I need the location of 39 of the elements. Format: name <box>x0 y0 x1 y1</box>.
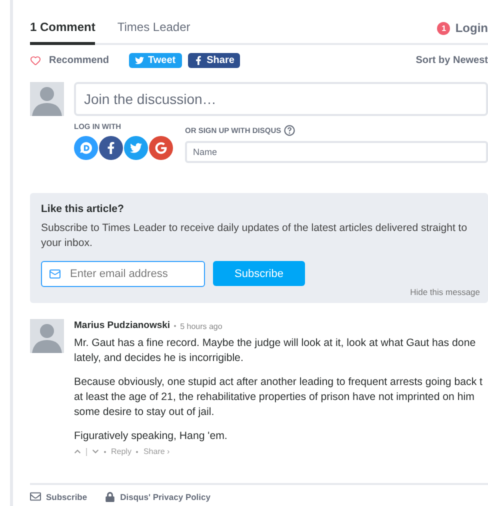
upvote-icon[interactable] <box>74 448 81 456</box>
subscribe-button[interactable]: Subscribe <box>213 261 305 286</box>
hide-message-link[interactable]: Hide this message <box>410 287 480 298</box>
share-link[interactable]: Share › <box>143 446 170 458</box>
google-login-icon[interactable] <box>149 136 173 160</box>
help-icon[interactable] <box>284 125 296 136</box>
facebook-icon <box>194 56 203 64</box>
comment-text: Mr. Gaut has a fine record. Maybe the judge will look at it, look at what Gaut has done lately, and decides he is incorrigible. <box>74 336 477 366</box>
downvote-icon[interactable] <box>92 448 99 456</box>
avatar-icon <box>30 82 64 116</box>
comment-text: Because obviously, one stupid act after another leading to frequent arrests going back t at least the age of 21, the rehabilitative properties of prison have not imprinted on him some desire to stay out of jail. <box>74 374 484 420</box>
email-field[interactable]: Enter email address <box>41 261 205 288</box>
facebook-login-icon[interactable] <box>99 136 123 160</box>
tab[interactable]: Times Leader <box>117 15 190 45</box>
comment-text: Figuratively speaking, Hang 'em. <box>74 429 228 444</box>
envelope-icon <box>30 491 41 502</box>
comment-author[interactable]: Marius Pudzianowski <box>74 319 170 333</box>
subscribe-link[interactable]: Subscribe <box>30 491 88 502</box>
twitter-login-icon[interactable] <box>124 136 148 160</box>
bird-icon <box>135 56 144 64</box>
tab[interactable]: 1 Comment <box>30 15 96 45</box>
privacy-policy-link[interactable]: Disqus' Privacy Policy <box>105 491 210 502</box>
comment-field[interactable]: Join the discussion… <box>74 82 488 116</box>
promo-title: Like this article? <box>41 203 125 215</box>
recommend-link[interactable]: Recommend <box>49 54 110 66</box>
lock-icon <box>105 492 116 502</box>
sort-menu[interactable]: Sort by Newest <box>416 54 488 66</box>
heart-icon[interactable] <box>30 54 41 66</box>
disqus-login-icon[interactable] <box>74 136 98 160</box>
comment-time[interactable]: 5 hours ago <box>180 320 222 332</box>
avatar-icon <box>30 319 64 354</box>
name-field[interactable]: Name <box>185 141 488 163</box>
tweet-button[interactable]: Tweet <box>129 52 182 68</box>
share-button[interactable]: Share <box>188 52 240 68</box>
reply-link[interactable]: Reply <box>111 446 132 458</box>
notification-badge: 1 <box>437 22 450 34</box>
mail-icon <box>49 268 61 280</box>
promo-text: Subscribe to Times Leader to receive daily updates of the latest articles delivered straight to your inbox. <box>41 221 468 252</box>
login-link[interactable]: Login <box>455 21 488 35</box>
